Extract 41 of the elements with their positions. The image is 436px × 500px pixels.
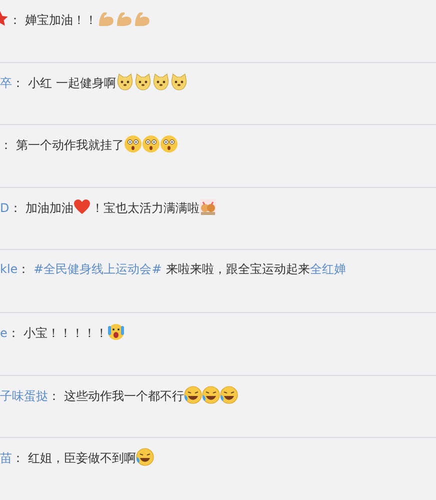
- comment-text: 这些动作我一个都不行: [64, 388, 184, 403]
- shocked-face-icon: [142, 135, 160, 154]
- laughing-crying-face-icon: [220, 386, 238, 404]
- comment-text: 婵宝加油！！: [25, 13, 97, 27]
- dog-face-icon: [170, 72, 188, 91]
- username-link[interactable]: kle: [0, 262, 18, 276]
- screaming-face-icon: [107, 322, 126, 341]
- dog-face-icon: [134, 72, 152, 91]
- comment-text: 第一个动作我就挂了: [16, 138, 124, 152]
- colon: ：: [7, 326, 20, 340]
- username-link[interactable]: 卒: [0, 76, 12, 90]
- colon: ：: [12, 451, 24, 466]
- heart-icon: [73, 198, 92, 216]
- username-link[interactable]: D: [0, 200, 10, 215]
- laughing-crying-face-icon: [202, 386, 220, 404]
- comment-text: 加油加油: [25, 200, 74, 215]
- colon: ：: [0, 138, 12, 152]
- laughing-crying-face-icon: [184, 386, 202, 404]
- username-link[interactable]: e: [0, 326, 8, 340]
- laughing-crying-face-icon: [136, 448, 154, 466]
- flexed-arm-icon: [133, 10, 151, 28]
- comment-text: 小红 一起健身啊: [28, 76, 116, 90]
- shocked-face-icon: [160, 135, 178, 154]
- dog-face-icon: [152, 72, 170, 91]
- colon: ：: [12, 76, 24, 90]
- shocked-face-icon: [124, 135, 142, 154]
- colon: ：: [48, 388, 60, 403]
- colon: ：: [9, 13, 21, 27]
- flexed-arm-icon: [97, 10, 115, 28]
- username-link[interactable]: 苗: [0, 451, 12, 466]
- comment-text: ！宝也太活力满满啦: [91, 200, 200, 215]
- dog-face-icon: [116, 72, 134, 91]
- comment-text: 来啦来啦，跟全宝运动起来: [166, 262, 310, 276]
- mention-link[interactable]: 全红婵: [310, 262, 346, 276]
- colon: ：: [18, 262, 30, 276]
- topic-link[interactable]: #全民健身线上运动会#: [34, 262, 162, 276]
- colon: ：: [9, 200, 22, 215]
- comment-text: 红姐，臣妾做不到啊: [28, 451, 136, 466]
- username-link[interactable]: 子味蛋挞: [0, 388, 48, 403]
- comment-text: 小宝！！！！！: [23, 326, 108, 340]
- flexed-arm-icon: [115, 10, 133, 28]
